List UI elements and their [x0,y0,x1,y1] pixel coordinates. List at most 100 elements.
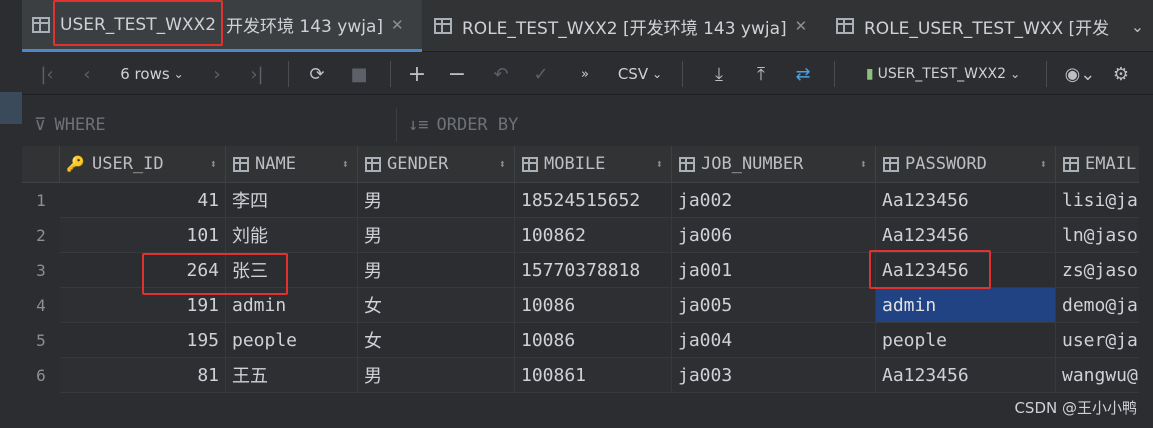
table-cell-name[interactable]: 李四 [226,183,358,218]
tab-role-test[interactable]: ROLE_TEST_WXX2 [开发环境 143 ywja] ✕ [424,0,824,52]
table-cell-gender[interactable]: 男 [358,218,515,253]
download-icon[interactable]: ⤓ [702,53,736,95]
vertical-scrollbar[interactable] [1139,146,1153,428]
table-icon [434,18,452,34]
tab-user-test-suffix: 开发环境 143 ywja] [226,17,384,37]
table-cell-user-id[interactable]: 101 [60,218,226,253]
submit-icon[interactable]: ✓ [524,53,558,95]
table-cell-name[interactable]: 王五 [226,358,358,393]
more-actions-icon[interactable]: » [570,53,600,95]
refresh-icon[interactable]: ⟳ [300,53,334,95]
tab-role-user-test[interactable]: ROLE_USER_TEST_WXX [开发 [826,0,1126,52]
table-cell-gender[interactable]: 男 [358,253,515,288]
table-cell-password[interactable]: Aa123456 [876,183,1056,218]
column-header-mobile[interactable]: MOBILE ⬍ [515,146,672,183]
column-header-label: USER_ID [92,154,164,174]
toolbar: |‹ ‹ 6 rows ⌄ › ›| ⟳ ■ + − ↶ ✓ » CSV ⌄ ⤓… [22,53,1153,95]
first-page-icon[interactable]: |‹ [30,53,64,95]
table-cell-password[interactable]: Aa123456 [876,253,1056,288]
view-icon[interactable]: ◉⌄ [1060,53,1100,95]
close-icon[interactable]: ✕ [391,16,404,34]
sort-toggle-icon[interactable]: ⬍ [210,157,217,171]
sort-toggle-icon[interactable]: ⬍ [656,157,663,171]
sort-toggle-icon[interactable]: ⬍ [342,157,349,171]
delete-row-icon[interactable]: − [440,53,474,95]
table-cell-user-id[interactable]: 191 [60,288,226,323]
export-format-dropdown[interactable]: CSV ⌄ [610,53,670,95]
where-filter[interactable]: ⊽ WHERE [34,104,394,146]
row-number[interactable]: 4 [22,288,60,323]
sort-toggle-icon[interactable]: ⬍ [1040,157,1047,171]
gear-icon[interactable]: ⚙ [1104,53,1138,95]
stop-icon[interactable]: ■ [342,53,376,95]
rows-count-label: 6 rows [120,65,170,83]
table-cell-gender[interactable]: 女 [358,288,515,323]
data-grid: 🔑 USER_ID ⬍ NAME ⬍ GENDER ⬍ MOBILE ⬍ JOB_NUMBER ⬍ P… [22,146,1153,428]
column-header-gender[interactable]: GENDER ⬍ [358,146,515,183]
table-cell-password[interactable]: Aa123456 [876,358,1056,393]
table-cell-mobile[interactable]: 100861 [515,358,672,393]
tab-user-test[interactable]: USER_TEST_WXX2 开发环境 143 ywja] ✕ [22,0,422,52]
table-cell-job-number[interactable]: ja006 [672,218,876,253]
filter-divider [396,108,397,142]
column-header-name[interactable]: NAME ⬍ [226,146,358,183]
table-cell-mobile[interactable]: 18524515652 [515,183,672,218]
row-number[interactable]: 6 [22,358,60,393]
table-cell-name[interactable]: 张三 [226,253,358,288]
table-cell-mobile[interactable]: 10086 [515,288,672,323]
toolbar-separator [390,61,391,87]
table-cell-password[interactable]: people [876,323,1056,358]
table-cell-job-number[interactable]: ja002 [672,183,876,218]
export-format-label: CSV [617,65,649,83]
filter-bar: ⊽ WHERE ↓≡ ORDER BY [22,104,1153,146]
table-cell-password[interactable]: admin [876,288,1056,323]
column-header-label: NAME [255,154,296,174]
table-cell-password[interactable]: Aa123456 [876,218,1056,253]
column-header-label: JOB_NUMBER [701,154,804,174]
chevron-down-icon: ⌄ [652,67,663,81]
table-cell-name[interactable]: people [226,323,358,358]
row-number[interactable]: 1 [22,183,60,218]
column-header-user-id[interactable]: 🔑 USER_ID ⬍ [60,146,226,183]
order-by-filter[interactable]: ↓≡ ORDER BY [408,104,1128,146]
table-cell-name[interactable]: admin [226,288,358,323]
where-label: WHERE [54,115,106,135]
column-icon [522,156,538,172]
next-page-icon[interactable]: › [200,53,234,95]
table-cell-user-id[interactable]: 81 [60,358,226,393]
close-icon[interactable]: ✕ [795,17,808,35]
table-cell-mobile[interactable]: 100862 [515,218,672,253]
rows-count-dropdown[interactable]: 6 rows ⌄ [112,53,192,95]
table-cell-mobile[interactable]: 15770378818 [515,253,672,288]
add-row-icon[interactable]: + [400,53,434,95]
table-icon [836,18,854,34]
column-header-password[interactable]: PASSWORD ⬍ [876,146,1056,183]
table-cell-job-number[interactable]: ja004 [672,323,876,358]
sort-toggle-icon[interactable]: ⬍ [860,157,867,171]
table-cell-user-id[interactable]: 41 [60,183,226,218]
column-header-label: EMAIL [1085,154,1137,174]
datasource-dropdown[interactable]: ▮ USER_TEST_WXX2 ⌄ [848,53,1038,95]
column-icon [883,156,899,172]
sort-toggle-icon[interactable]: ⬍ [499,157,506,171]
table-cell-job-number[interactable]: ja003 [672,358,876,393]
compare-icon[interactable]: ⇄ [786,53,820,95]
table-cell-mobile[interactable]: 10086 [515,323,672,358]
upload-icon[interactable]: ⤒ [744,53,778,95]
column-header-job-number[interactable]: JOB_NUMBER ⬍ [672,146,876,183]
tab-overflow-icon[interactable]: ⌄ [1122,0,1153,52]
table-cell-job-number[interactable]: ja005 [672,288,876,323]
table-cell-name[interactable]: 刘能 [226,218,358,253]
row-number[interactable]: 5 [22,323,60,358]
last-page-icon[interactable]: ›| [240,53,274,95]
revert-icon[interactable]: ↶ [484,53,518,95]
table-cell-user-id[interactable]: 264 [60,253,226,288]
prev-page-icon[interactable]: ‹ [70,53,104,95]
table-cell-gender[interactable]: 男 [358,183,515,218]
table-cell-gender[interactable]: 男 [358,358,515,393]
row-number[interactable]: 2 [22,218,60,253]
row-number[interactable]: 3 [22,253,60,288]
table-cell-gender[interactable]: 女 [358,323,515,358]
table-cell-job-number[interactable]: ja001 [672,253,876,288]
table-cell-user-id[interactable]: 195 [60,323,226,358]
